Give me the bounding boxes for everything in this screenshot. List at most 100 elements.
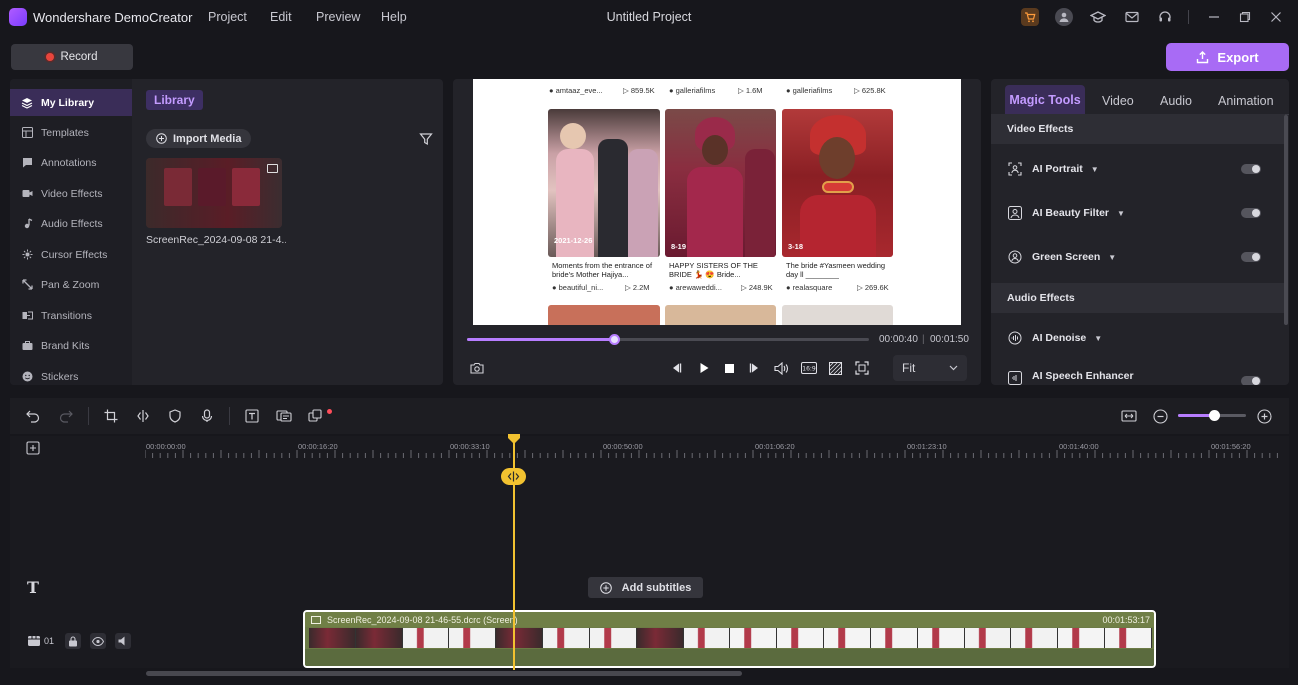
ai-speech-enhancer-toggle[interactable]: [1241, 376, 1261, 385]
media-thumbnail[interactable]: [146, 158, 282, 228]
multi-clip-icon[interactable]: [308, 408, 324, 424]
tab-audio[interactable]: Audio: [1160, 89, 1192, 113]
text-box-icon[interactable]: [244, 408, 260, 424]
app-name: Wondershare DemoCreator: [33, 10, 193, 25]
lock-icon[interactable]: [65, 633, 81, 649]
sidebar-item-templates[interactable]: Templates: [10, 119, 132, 146]
tab-video[interactable]: Video: [1102, 89, 1134, 113]
sidebar-item-cursor-effects[interactable]: Cursor Effects: [10, 241, 132, 268]
menu-edit[interactable]: Edit: [270, 10, 292, 24]
sidebar-item-annotations[interactable]: Annotations: [10, 149, 132, 176]
ruler-label: 00:00:16:20: [298, 442, 338, 451]
screen-recording-icon: [311, 615, 321, 624]
green-screen-toggle[interactable]: [1241, 252, 1261, 262]
caret-down-icon[interactable]: ▼: [1108, 253, 1116, 262]
sidebar-item-my-library[interactable]: My Library: [10, 89, 132, 116]
previous-frame-icon[interactable]: [668, 360, 684, 376]
undo-icon[interactable]: [25, 408, 41, 424]
restore-icon[interactable]: [1236, 8, 1254, 26]
safe-zone-icon[interactable]: [827, 360, 843, 376]
close-icon[interactable]: [1267, 8, 1285, 26]
sidebar-item-transitions[interactable]: Transitions: [10, 302, 132, 329]
ai-speech-enhancer-row[interactable]: AI Speech Enhancer: [991, 367, 1281, 385]
beauty-icon: [1007, 205, 1023, 221]
crop-icon[interactable]: [103, 408, 119, 424]
post-views: ▷ 248.9K: [741, 283, 773, 292]
scrubber-handle[interactable]: [608, 334, 620, 345]
post-user: ● galleriafilms: [786, 86, 833, 95]
ai-denoise-row[interactable]: AI Denoise ▼: [991, 323, 1281, 353]
menu-project[interactable]: Project: [208, 10, 247, 24]
green-screen-row[interactable]: Green Screen ▼: [991, 242, 1281, 272]
import-media-button[interactable]: Import Media: [146, 129, 252, 148]
ai-beauty-filter-row[interactable]: AI Beauty Filter ▼: [991, 198, 1281, 228]
microphone-icon[interactable]: [199, 408, 215, 424]
export-label: Export: [1217, 49, 1259, 65]
redo-icon[interactable]: [58, 408, 74, 424]
play-icon[interactable]: [696, 360, 712, 376]
post-views: ▷ 1.6M: [738, 86, 763, 95]
caret-down-icon[interactable]: ▼: [1117, 209, 1125, 218]
tab-animation[interactable]: Animation: [1218, 89, 1274, 113]
zoom-slider-handle[interactable]: [1209, 410, 1221, 421]
ai-portrait-toggle[interactable]: [1241, 164, 1261, 174]
clip-frame: [636, 628, 684, 648]
tab-magic-tools[interactable]: Magic Tools: [1005, 85, 1085, 114]
zoom-out-icon[interactable]: [1152, 408, 1168, 424]
sidebar-item-video-effects[interactable]: Video Effects: [10, 180, 132, 207]
current-time: 00:00:40: [879, 334, 918, 345]
playhead-marker-icon[interactable]: [508, 434, 520, 444]
zoom-in-icon[interactable]: [1256, 408, 1272, 424]
section-audio-effects: Audio Effects: [991, 283, 1285, 313]
sidebar-item-stickers[interactable]: Stickers: [10, 363, 132, 390]
caret-down-icon[interactable]: ▼: [1094, 334, 1102, 343]
volume-icon[interactable]: [773, 360, 789, 376]
ai-portrait-row[interactable]: AI Portrait ▼: [991, 154, 1281, 184]
post-views: ▷ 2.2M: [625, 283, 650, 292]
filter-icon[interactable]: [419, 132, 433, 146]
split-icon[interactable]: [135, 408, 151, 424]
minimize-icon[interactable]: [1205, 8, 1223, 26]
zoom-fit-select[interactable]: Fit: [893, 355, 967, 381]
eye-icon[interactable]: [90, 633, 106, 649]
add-track-icon[interactable]: [26, 441, 40, 455]
sidebar-item-pan-zoom[interactable]: Pan & Zoom: [10, 271, 132, 298]
mail-icon[interactable]: [1123, 8, 1141, 26]
headset-icon[interactable]: [1156, 8, 1174, 26]
timeline-horizontal-scrollbar[interactable]: [146, 671, 742, 676]
caret-down-icon[interactable]: ▼: [1091, 165, 1099, 174]
record-button[interactable]: Record: [11, 44, 133, 70]
graduation-cap-icon[interactable]: [1089, 8, 1107, 26]
ai-speech-enhancer-label: AI Speech Enhancer: [1032, 370, 1134, 382]
video-clip[interactable]: ScreenRec_2024-09-08 21-46-55.dcrc (Scre…: [303, 610, 1156, 668]
media-filename: ScreenRec_2024-09-08 21-4...: [146, 234, 286, 246]
playhead-split-handle[interactable]: [501, 468, 526, 485]
sidebar-item-brand-kits[interactable]: Brand Kits: [10, 332, 132, 359]
stop-icon[interactable]: [721, 360, 737, 376]
add-subtitles-button[interactable]: Add subtitles: [588, 577, 703, 598]
ai-beauty-filter-toggle[interactable]: [1241, 208, 1261, 218]
next-frame-icon[interactable]: [747, 360, 763, 376]
export-button[interactable]: Export: [1166, 43, 1289, 71]
captions-icon[interactable]: [276, 408, 292, 424]
cart-icon[interactable]: [1021, 8, 1039, 26]
fullscreen-icon[interactable]: [854, 360, 870, 376]
sidebar-item-label: Transitions: [41, 309, 92, 322]
clip-frame: [402, 628, 450, 648]
account-icon[interactable]: [1055, 8, 1073, 26]
fit-timeline-icon[interactable]: [1121, 408, 1137, 424]
snapshot-camera-icon[interactable]: [469, 360, 485, 376]
sidebar-item-label: My Library: [41, 96, 95, 109]
panel-scrollbar[interactable]: [1284, 115, 1288, 325]
shield-icon[interactable]: [167, 408, 183, 424]
speaker-icon[interactable]: [115, 633, 131, 649]
menu-preview[interactable]: Preview: [316, 10, 360, 24]
post-views: ▷ 859.5K: [623, 86, 655, 95]
menu-help[interactable]: Help: [381, 10, 407, 24]
library-tab[interactable]: Library: [146, 90, 203, 110]
sidebar-item-audio-effects[interactable]: Audio Effects: [10, 210, 132, 237]
clip-frame: [730, 628, 778, 648]
sidebar-item-label: Brand Kits: [41, 339, 90, 352]
aspect-ratio-icon[interactable]: 16:9: [800, 360, 817, 376]
record-label: Record: [60, 51, 98, 63]
